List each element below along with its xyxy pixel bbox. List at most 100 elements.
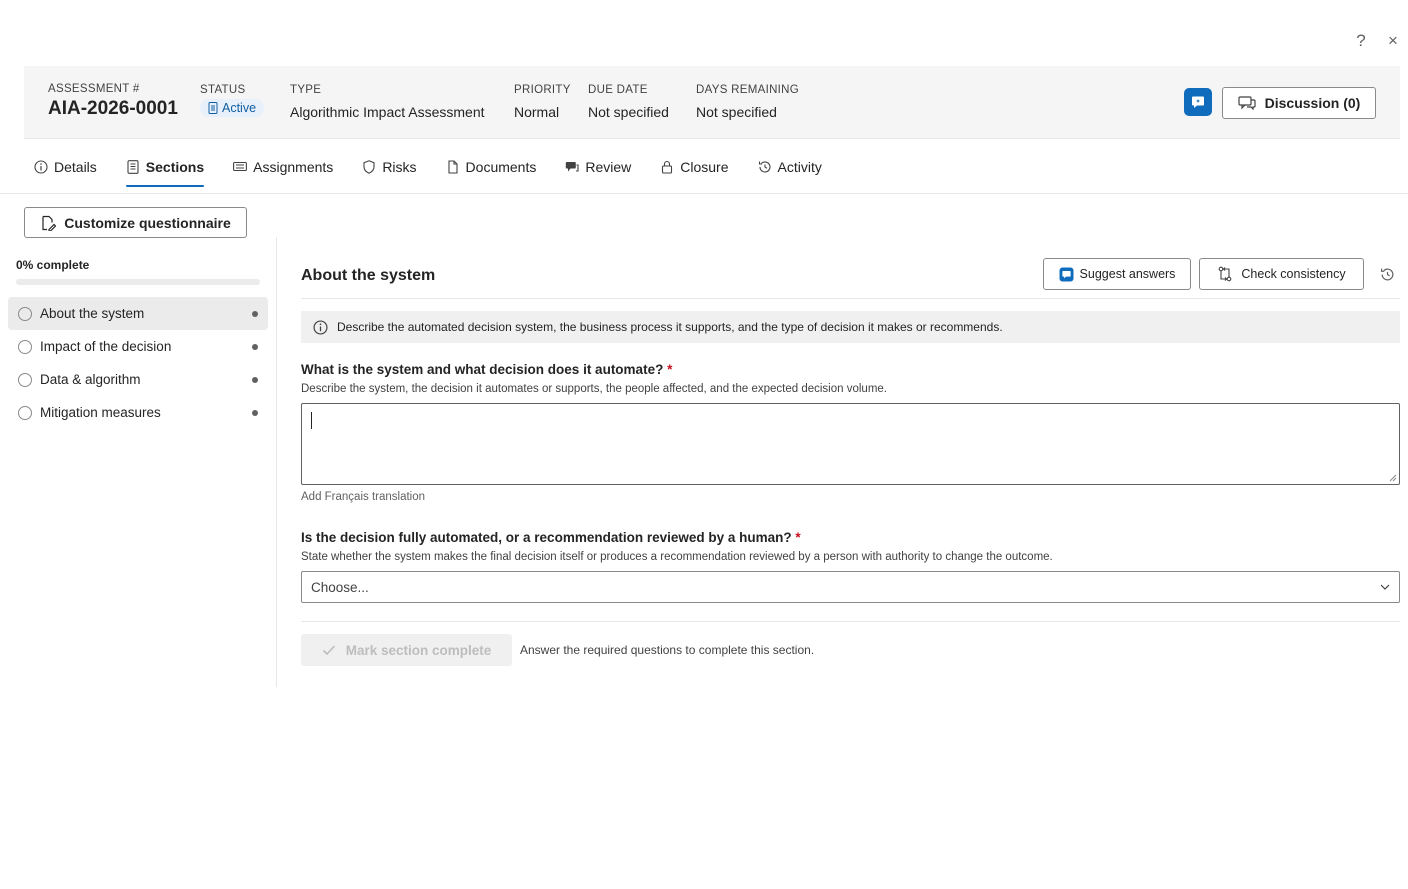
check-consistency-label: Check consistency xyxy=(1241,267,1346,281)
progress-bar xyxy=(16,279,260,285)
question-2-help: State whether the system makes the final… xyxy=(301,551,1053,563)
tab-documents[interactable]: Documents xyxy=(436,140,547,193)
assessment-number-label: ASSESSMENT # xyxy=(48,83,140,95)
discussion-label: Discussion (0) xyxy=(1264,95,1361,111)
select-value: Choose... xyxy=(311,579,369,595)
close-icon[interactable]: × xyxy=(1384,31,1402,50)
copilot-chat-icon xyxy=(1192,96,1204,108)
tab-sections[interactable]: Sections xyxy=(116,140,214,193)
incomplete-circle-icon xyxy=(18,405,32,420)
resize-grip-icon[interactable] xyxy=(1389,474,1397,482)
question-1-text: What is the system and what decision doe… xyxy=(301,362,664,377)
footer-divider xyxy=(301,621,1400,622)
section-item-data-and-algorithm[interactable]: Data & algorithm xyxy=(8,363,268,396)
tab-label: Risks xyxy=(382,158,417,175)
required-dot-icon xyxy=(252,310,258,317)
priority-label: PRIORITY xyxy=(514,84,571,96)
days-remaining-label: DAYS REMAINING xyxy=(696,84,800,96)
status-field: STATUS Active xyxy=(200,84,265,117)
type-label: TYPE xyxy=(290,84,322,96)
tab-assignments[interactable]: Assignments xyxy=(223,140,343,193)
days-remaining-value: Not specified xyxy=(696,104,777,120)
required-dot-icon xyxy=(252,409,258,416)
incomplete-circle-icon xyxy=(18,306,32,321)
section-title: About the system xyxy=(301,267,436,284)
status-value: Active xyxy=(222,101,257,115)
tab-divider xyxy=(0,193,1408,194)
sidebar-divider xyxy=(276,237,277,687)
tab-label: Activity xyxy=(777,158,822,175)
tab-review[interactable]: Review xyxy=(555,140,641,193)
keyboard-icon xyxy=(233,161,248,171)
tab-activity[interactable]: Activity xyxy=(748,140,832,193)
section-item-impact-of-the-decision[interactable]: Impact of the decision xyxy=(8,330,268,363)
section-item-about-the-system[interactable]: About the system xyxy=(8,297,268,330)
suggest-answers-label: Suggest answers xyxy=(1079,267,1176,281)
chat-multiple-icon xyxy=(566,161,579,172)
question-2-select[interactable]: Choose... xyxy=(301,571,1400,603)
section-info-bar: Describe the automated decision system, … xyxy=(301,311,1400,343)
due-date-label: DUE DATE xyxy=(588,84,648,96)
text-caret xyxy=(311,412,312,429)
discussion-button[interactable]: Discussion (0) xyxy=(1222,87,1376,119)
tab-label: Review xyxy=(585,158,632,175)
copilot-icon xyxy=(1059,267,1074,281)
question-2-label: Is the decision fully automated, or a re… xyxy=(301,530,801,545)
mark-section-complete-button[interactable]: Mark section complete xyxy=(301,634,512,666)
document-edit-icon xyxy=(42,215,57,231)
question-1-textarea[interactable] xyxy=(301,403,1400,485)
tab-risks[interactable]: Risks xyxy=(352,140,426,193)
chat-icon xyxy=(1238,96,1256,110)
history-icon xyxy=(758,160,771,172)
suggest-answers-button[interactable]: Suggest answers xyxy=(1043,258,1191,290)
add-translation-link[interactable]: Add Français translation xyxy=(301,491,425,503)
section-item-mitigation-measures[interactable]: Mitigation measures xyxy=(8,396,268,429)
document-icon xyxy=(208,102,218,114)
days-remaining-field: DAYS REMAINING Not specified xyxy=(696,84,799,120)
branch-compare-icon xyxy=(1219,266,1232,282)
priority-field: PRIORITY Normal xyxy=(514,84,571,120)
section-label: Mitigation measures xyxy=(40,405,161,420)
tab-label: Documents xyxy=(465,158,537,175)
assessment-number-value: AIA-2026-0001 xyxy=(48,98,178,119)
customize-questionnaire-button[interactable]: Customize questionnaire xyxy=(24,207,247,238)
required-dot-icon xyxy=(252,343,258,350)
status-badge: Active xyxy=(200,99,265,117)
question-1-help: Describe the system, the decision it aut… xyxy=(301,383,887,395)
history-icon xyxy=(1380,268,1393,280)
required-dot-icon xyxy=(252,376,258,383)
check-consistency-button[interactable]: Check consistency xyxy=(1199,258,1364,290)
incomplete-circle-icon xyxy=(18,372,32,387)
tab-label: Details xyxy=(54,158,97,175)
info-icon xyxy=(313,319,328,335)
window-controls: ? × xyxy=(1352,31,1402,50)
tab-details[interactable]: Details xyxy=(24,140,107,193)
section-label: Impact of the decision xyxy=(40,339,172,354)
section-info-text: Describe the automated decision system, … xyxy=(337,320,1003,334)
checkmark-icon xyxy=(322,645,335,656)
type-field: TYPE Algorithmic Impact Assessment xyxy=(290,84,485,120)
type-value: Algorithmic Impact Assessment xyxy=(290,104,485,120)
required-mark: * xyxy=(795,530,801,545)
progress-label: 0% complete xyxy=(16,258,90,272)
document-copy-icon xyxy=(447,159,458,174)
info-icon xyxy=(34,159,48,174)
incomplete-circle-icon xyxy=(18,339,32,354)
tab-label: Closure xyxy=(680,158,729,175)
tab-label: Sections xyxy=(145,158,205,175)
customize-label: Customize questionnaire xyxy=(64,214,231,231)
tab-closure[interactable]: Closure xyxy=(650,140,738,193)
assessment-number-field: ASSESSMENT # AIA-2026-0001 xyxy=(48,83,178,120)
tab-bar: Details Sections Assignments Risks Docum… xyxy=(24,140,841,193)
lock-icon xyxy=(662,160,673,174)
history-button[interactable] xyxy=(1378,265,1396,283)
due-date-field: DUE DATE Not specified xyxy=(588,84,669,120)
mark-complete-hint: Answer the required questions to complet… xyxy=(520,643,815,657)
assessment-header: ASSESSMENT # AIA-2026-0001 STATUS Active… xyxy=(24,66,1400,139)
document-list-icon xyxy=(127,159,139,174)
priority-value: Normal xyxy=(514,104,560,120)
tab-label: Assignments xyxy=(253,158,334,175)
required-mark: * xyxy=(667,362,673,377)
help-icon[interactable]: ? xyxy=(1352,31,1370,50)
copilot-button[interactable] xyxy=(1184,88,1212,116)
